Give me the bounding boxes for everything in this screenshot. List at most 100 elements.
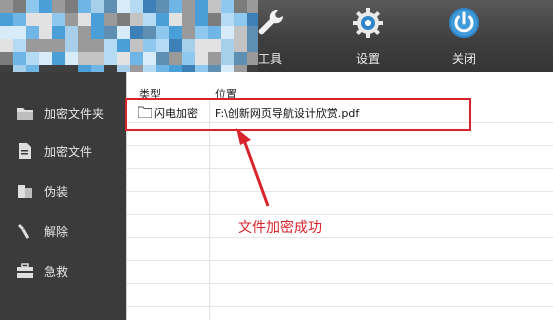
mosaic-pixel [169,52,182,65]
close-label: 关闭 [451,52,476,66]
mosaic-pixel [39,26,52,39]
mosaic-pixel [104,0,117,13]
table-row [127,262,553,284]
mosaic-pixel [78,39,91,52]
mosaic-pixel [26,26,39,39]
table-row [127,147,553,169]
mosaic-pixel [169,13,182,26]
sidebar: 加密文件夹 加密文件 伪装 解除 急救 [0,72,126,320]
mosaic-pixel [91,13,104,26]
unlock-icon [18,224,30,239]
mosaic-pixel [26,13,39,26]
mosaic-pixel [13,26,26,39]
mosaic-pixel [13,0,26,13]
mosaic-pixel [195,13,208,26]
mosaic-pixel [65,0,78,13]
mosaic-pixel [39,13,52,26]
mosaic-pixel [208,13,221,26]
mosaic-pixel [0,13,13,26]
sidebar-item-label: 加密文件 [44,145,93,159]
mosaic-pixel [208,0,221,13]
mosaic-pixel [156,0,169,13]
mosaic-pixel [117,39,130,52]
mosaic-pixel [156,13,169,26]
gear-icon [353,8,383,38]
mosaic-pixel [91,0,104,13]
mosaic-pixel [52,0,65,13]
mosaic-pixel [65,39,78,52]
settings-button[interactable]: 设置 [338,6,398,68]
mosaic-pixel [0,0,13,13]
table-row [127,193,553,215]
mosaic-pixel [78,0,91,13]
mosaic-pixel [117,52,130,65]
mosaic-pixel [182,52,195,65]
mosaic-pixel [104,13,117,26]
mosaic-pixel [156,26,169,39]
mosaic-pixel [91,52,104,65]
mosaic-pixel [169,39,182,52]
mosaic-pixel [13,39,26,52]
file-icon [19,143,31,159]
tools-label: 工具 [257,52,282,66]
tools-button[interactable]: 工具 [240,6,300,68]
mosaic-pixel [26,39,39,52]
settings-label: 设置 [355,52,380,66]
mosaic-pixel [208,39,221,52]
sidebar-item-encrypt-folder[interactable]: 加密文件夹 [0,98,126,128]
highlight-box [125,98,471,131]
mosaic-pixel [208,26,221,39]
sidebar-item-disguise[interactable]: 伪装 [0,176,126,206]
mosaic-pixel [208,52,221,65]
sidebar-item-first-aid[interactable]: 急救 [0,256,126,286]
sidebar-item-label: 急救 [44,265,69,279]
toolbar: 工具 设置 关闭 [0,0,553,82]
mosaic-pixel [117,26,130,39]
table-row [127,216,553,238]
annotation-text: 文件加密成功 [238,220,322,236]
mosaic-pixel [195,26,208,39]
mosaic-pixel [65,52,78,65]
close-button[interactable]: 关闭 [434,6,494,68]
mosaic-pixel [143,26,156,39]
mosaic-pixel [130,0,143,13]
mosaic-pixel [182,26,195,39]
mosaic-pixel [104,26,117,39]
mosaic-pixel [130,13,143,26]
mosaic-pixel [13,52,26,65]
mosaic-pixel [0,26,13,39]
mosaic-pixel [26,52,39,65]
power-icon [449,8,479,38]
mosaic-pixel [156,39,169,52]
mosaic-pixel [195,52,208,65]
mosaic-pixel [91,39,104,52]
mosaic-pixel [156,52,169,65]
mosaic-pixel [221,0,234,13]
blurred-logo-area [0,0,258,82]
sidebar-item-encrypt-file[interactable]: 加密文件 [0,136,126,166]
mosaic-pixel [0,39,13,52]
mosaic-pixel [182,39,195,52]
mosaic-pixel [52,26,65,39]
mosaic-pixel [195,39,208,52]
sidebar-item-label: 加密文件夹 [44,107,105,121]
mosaic-pixel [13,13,26,26]
mosaic-pixel [169,26,182,39]
mosaic-pixel [195,0,208,13]
mosaic-pixel [52,13,65,26]
mosaic-pixel [221,26,234,39]
mosaic-pixel [221,52,234,65]
mosaic-pixel [169,0,182,13]
sidebar-item-label: 伪装 [44,185,69,199]
mosaic-pixel [143,39,156,52]
mosaic-pixel [65,26,78,39]
mosaic-pixel [117,13,130,26]
mosaic-pixel [221,39,234,52]
mosaic-pixel [39,52,52,65]
sidebar-item-unlock[interactable]: 解除 [0,216,126,246]
mosaic-pixel [221,13,234,26]
mosaic-pixel [104,52,117,65]
mosaic-pixel [39,39,52,52]
mosaic-pixel [65,13,78,26]
wrench-icon [258,9,284,35]
